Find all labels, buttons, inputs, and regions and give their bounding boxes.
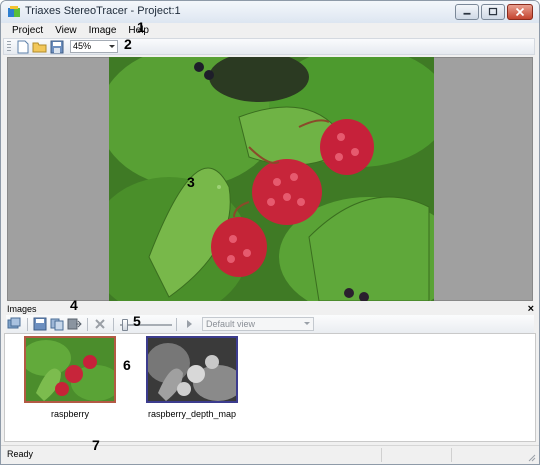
minimize-button[interactable] bbox=[455, 4, 479, 20]
app-logo-icon bbox=[8, 6, 20, 17]
toolbar-separator bbox=[87, 317, 88, 331]
toolbar-grip[interactable] bbox=[7, 40, 11, 53]
image-thumbnail[interactable] bbox=[24, 336, 116, 403]
callout-1: 1 bbox=[137, 19, 145, 35]
callout-7: 7 bbox=[92, 437, 100, 453]
menu-image[interactable]: Image bbox=[83, 23, 123, 38]
delete-icon bbox=[95, 319, 105, 329]
callout-3: 3 bbox=[187, 174, 195, 190]
close-button[interactable] bbox=[507, 4, 533, 20]
status-cell bbox=[451, 448, 452, 462]
image-thumbnail[interactable] bbox=[146, 336, 238, 403]
app-window: Triaxes StereoTracer - Project:1 Project… bbox=[0, 0, 540, 465]
status-cell bbox=[381, 448, 382, 462]
images-toolbar: Default view bbox=[6, 315, 534, 333]
menu-project[interactable]: Project bbox=[6, 23, 49, 38]
image-label: raspberry_depth_map bbox=[147, 409, 237, 419]
title-bar: Triaxes StereoTracer - Project:1 bbox=[1, 1, 539, 23]
add-images-icon bbox=[7, 317, 21, 329]
chevron-down-icon bbox=[109, 45, 115, 48]
save-icon bbox=[50, 40, 64, 53]
new-file-icon bbox=[17, 40, 29, 53]
add-images-button[interactable] bbox=[6, 317, 22, 331]
zoom-select[interactable]: 45% bbox=[70, 40, 118, 53]
new-project-button[interactable] bbox=[15, 40, 31, 54]
menu-view[interactable]: View bbox=[49, 23, 83, 38]
window-title: Triaxes StereoTracer - Project:1 bbox=[25, 5, 181, 17]
copy-image-button[interactable] bbox=[49, 317, 65, 331]
image-item-raspberry-depth-map[interactable]: raspberry_depth_map bbox=[146, 336, 238, 419]
toolbar-separator bbox=[27, 317, 28, 331]
callout-5: 5 bbox=[133, 313, 141, 329]
resize-grip-icon[interactable] bbox=[526, 452, 536, 462]
status-bar: Ready bbox=[1, 445, 539, 464]
main-toolbar: 45% bbox=[3, 38, 535, 55]
open-project-button[interactable] bbox=[32, 40, 48, 54]
save-image-button[interactable] bbox=[32, 317, 48, 331]
view-mode-select[interactable]: Default view bbox=[202, 317, 314, 331]
menu-bar: Project View Image Help bbox=[1, 23, 539, 38]
callout-2: 2 bbox=[124, 36, 132, 52]
maximize-icon bbox=[488, 7, 498, 16]
delete-image-button[interactable] bbox=[92, 317, 108, 331]
images-panel-title: Images bbox=[7, 304, 37, 314]
status-text: Ready bbox=[7, 449, 34, 459]
panel-close-button[interactable]: × bbox=[528, 303, 534, 315]
images-list: raspberry raspberry_depth_map bbox=[4, 333, 536, 442]
depth-slider[interactable] bbox=[120, 318, 172, 331]
depth-map-thumbnail bbox=[148, 338, 236, 401]
raspberry-thumbnail bbox=[26, 338, 114, 401]
callout-6: 6 bbox=[123, 357, 131, 373]
export-image-button[interactable] bbox=[66, 317, 82, 331]
image-item-raspberry[interactable]: raspberry bbox=[24, 336, 116, 419]
chevron-down-icon bbox=[304, 322, 310, 325]
save-icon bbox=[33, 317, 47, 331]
toolbar-separator bbox=[176, 317, 177, 331]
minimize-icon bbox=[463, 12, 471, 15]
view-mode-value: Default view bbox=[206, 319, 256, 329]
raspberry-photo bbox=[109, 57, 434, 301]
save-project-button[interactable] bbox=[49, 40, 65, 54]
maximize-button[interactable] bbox=[481, 4, 505, 20]
export-icon bbox=[67, 318, 82, 330]
play-button[interactable] bbox=[181, 317, 197, 331]
toolbar-separator bbox=[113, 317, 114, 331]
play-icon bbox=[187, 320, 192, 328]
image-view-area[interactable] bbox=[7, 57, 533, 301]
zoom-value: 45% bbox=[73, 41, 92, 51]
open-folder-icon bbox=[32, 42, 47, 52]
callout-4: 4 bbox=[70, 297, 78, 313]
slider-thumb[interactable] bbox=[122, 318, 128, 331]
copy-icon bbox=[50, 318, 64, 331]
close-icon bbox=[515, 7, 525, 17]
image-label: raspberry bbox=[50, 409, 89, 419]
